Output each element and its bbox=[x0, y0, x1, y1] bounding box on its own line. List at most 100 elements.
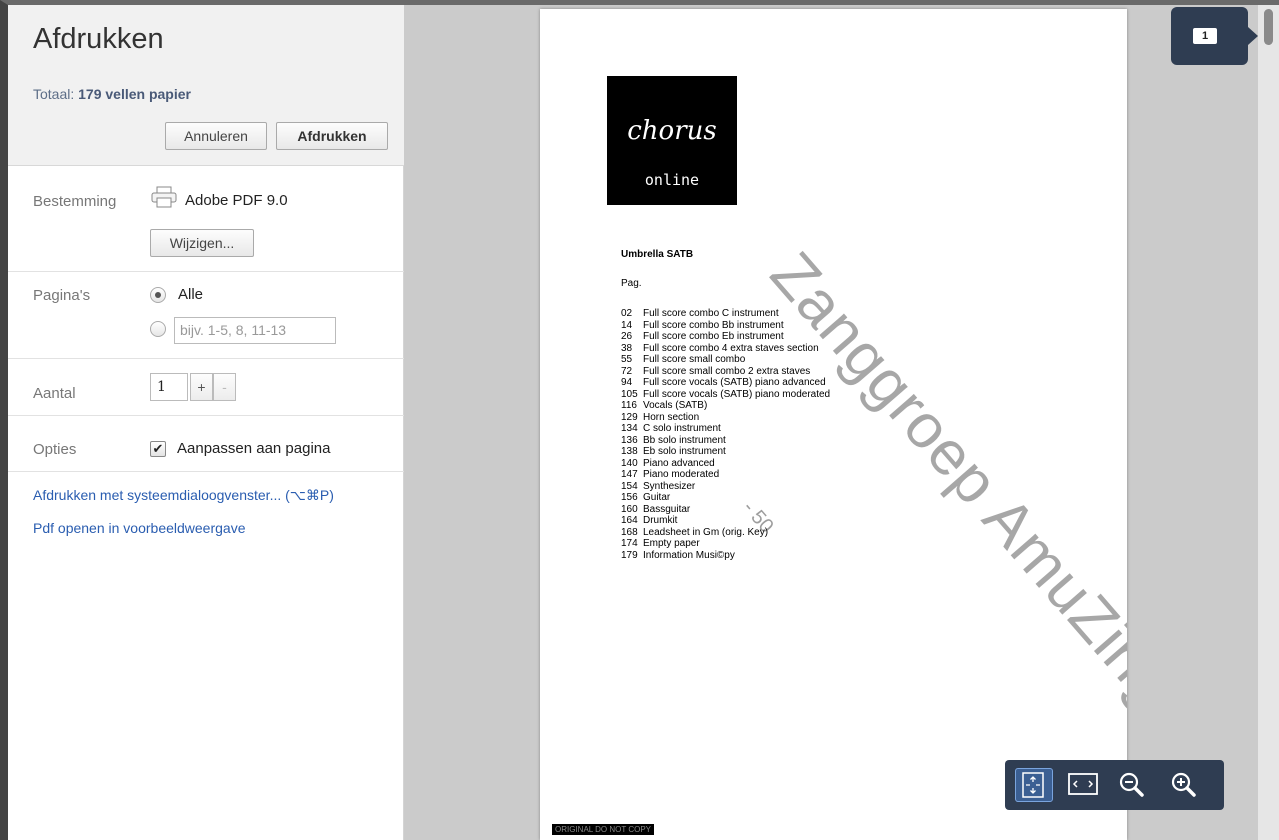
zoom-in-icon bbox=[1171, 772, 1196, 797]
toc-page-number: 134 bbox=[621, 423, 638, 434]
printer-name: Adobe PDF 9.0 bbox=[185, 192, 288, 209]
toc-entry-title: Full score combo Bb instrument bbox=[643, 319, 784, 331]
toc-row: 179 Information Musi©py bbox=[621, 550, 830, 562]
toc-page-number: 136 bbox=[621, 434, 638, 446]
page-badge-pointer bbox=[1248, 27, 1258, 45]
pages-range-input[interactable]: bijv. 1-5, 8, 11-13 bbox=[174, 317, 336, 344]
toc-row: 174 Empty paper bbox=[621, 538, 830, 550]
total-value: 179 vellen papier bbox=[78, 86, 191, 102]
logo-wordmark: chorus bbox=[627, 116, 717, 146]
table-of-contents: 02 Full score combo C instrument 14 Full sc… bbox=[621, 308, 830, 561]
toc-entry-title: Synthesizer bbox=[643, 480, 696, 492]
print-button[interactable]: Afdrukken bbox=[276, 122, 388, 150]
toc-entry-title: Bb solo instrument bbox=[643, 434, 726, 446]
divider bbox=[8, 471, 404, 472]
toc-page-number: 129 bbox=[621, 411, 638, 423]
toc-row: 138 Eb solo instrument bbox=[621, 446, 830, 458]
fit-page-icon bbox=[1022, 772, 1044, 798]
toc-row: 154 Synthesizer bbox=[621, 481, 830, 493]
fit-page-button[interactable] bbox=[1015, 768, 1053, 802]
toc-row: 136 Bb solo instrument bbox=[621, 435, 830, 447]
system-dialog-link[interactable]: Afdrukken met systeemdialoogvenster... (… bbox=[33, 487, 334, 504]
toc-entry-title: Information Musi©py bbox=[643, 549, 735, 561]
zoom-toolbar bbox=[1005, 760, 1224, 810]
change-destination-button[interactable]: Wijzigen... bbox=[150, 229, 254, 257]
toc-row: 160 Bassguitar bbox=[621, 504, 830, 516]
pages-range-radio[interactable] bbox=[150, 321, 166, 337]
zoom-out-icon bbox=[1119, 772, 1144, 797]
toc-entry-title: Horn section bbox=[643, 411, 700, 423]
toc-entry-title: Full score vocals (SATB) piano moderated bbox=[643, 388, 831, 400]
fit-to-page-label: Aanpassen aan pagina bbox=[177, 440, 331, 457]
toc-entry-title: Full score combo 4 extra staves section bbox=[643, 342, 819, 354]
fit-width-button[interactable] bbox=[1063, 768, 1101, 802]
toc-entry-title: Piano moderated bbox=[643, 469, 720, 480]
toc-row: 129 Horn section bbox=[621, 412, 830, 424]
toc-page-number: 168 bbox=[621, 526, 638, 538]
toc-row: 156 Guitar bbox=[621, 492, 830, 504]
document-title: Umbrella SATB bbox=[621, 249, 694, 260]
pages-all-radio[interactable] bbox=[150, 287, 166, 303]
toc-entry-title: Full score combo Eb instrument bbox=[643, 331, 784, 342]
divider bbox=[8, 358, 404, 359]
toc-page-number: 26 bbox=[621, 331, 633, 342]
toc-row: 147 Piano moderated bbox=[621, 469, 830, 481]
toc-page-number: 55 bbox=[621, 354, 633, 365]
toc-page-number: 116 bbox=[621, 400, 637, 411]
toc-entry-title: Full score small combo 2 extra staves bbox=[643, 365, 811, 377]
total-prefix: Totaal: bbox=[33, 86, 79, 102]
zoom-out-button[interactable] bbox=[1113, 768, 1151, 802]
toc-page-number: 154 bbox=[621, 480, 638, 492]
pages-all-label: Alle bbox=[178, 286, 204, 303]
toc-entry-title: Full score small combo bbox=[643, 354, 746, 365]
toc-row: 140 Piano advanced bbox=[621, 458, 830, 470]
toc-page-number: 38 bbox=[621, 342, 633, 354]
logo-subtitle: online bbox=[644, 171, 700, 189]
page-title: Afdrukken bbox=[33, 23, 164, 55]
open-pdf-preview-link[interactable]: Pdf openen in voorbeeldweergave bbox=[33, 520, 246, 536]
toc-page-number: 147 bbox=[621, 469, 638, 480]
toc-entry-title: Piano advanced bbox=[643, 457, 715, 469]
toc-entry-title: Drumkit bbox=[643, 515, 678, 526]
toc-page-number: 72 bbox=[621, 365, 633, 377]
toc-page-number: 156 bbox=[621, 492, 638, 503]
toc-entry-title: Eb solo instrument bbox=[643, 446, 726, 457]
toc-row: 94 Full score vocals (SATB) piano advance… bbox=[621, 377, 830, 389]
toc-page-number: 94 bbox=[621, 377, 633, 388]
total-sheets: Totaal: 179 vellen papier bbox=[33, 86, 191, 102]
page-number-badge: 1 bbox=[1171, 7, 1248, 65]
toc-entry-title: Leadsheet in Gm (orig. Key) bbox=[643, 526, 769, 538]
sidebar-header: Afdrukken Totaal: 179 vellen papier Annu… bbox=[8, 5, 404, 166]
copies-label: Aantal bbox=[33, 385, 76, 402]
toc-page-number: 179 bbox=[621, 549, 638, 561]
copies-decrement-button[interactable]: - bbox=[213, 373, 236, 401]
toc-entry-title: Bassguitar bbox=[643, 503, 691, 515]
fit-to-page-checkbox[interactable]: ✔ bbox=[150, 441, 166, 457]
divider bbox=[8, 271, 404, 272]
toc-page-number: 14 bbox=[621, 319, 633, 331]
zoom-in-button[interactable] bbox=[1165, 768, 1203, 802]
page-column-label: Pag. bbox=[621, 278, 642, 289]
chorus-online-logo: chorus online bbox=[607, 76, 737, 205]
toc-entry-title: Full score combo C instrument bbox=[643, 308, 779, 319]
printer-icon bbox=[151, 186, 177, 208]
page-number: 1 bbox=[1193, 28, 1217, 44]
scrollbar-thumb[interactable] bbox=[1264, 9, 1273, 45]
options-label: Opties bbox=[33, 441, 77, 458]
divider bbox=[8, 415, 404, 416]
toc-page-number: 174 bbox=[621, 538, 638, 549]
toc-entry-title: Vocals (SATB) bbox=[643, 400, 708, 411]
print-settings-sidebar: Afdrukken Totaal: 179 vellen papier Annu… bbox=[8, 5, 404, 840]
copies-input[interactable]: 1 bbox=[150, 373, 188, 401]
toc-row: 168 Leadsheet in Gm (orig. Key) bbox=[621, 527, 830, 539]
toc-row: 72 Full score small combo 2 extra staves bbox=[621, 366, 830, 378]
pages-label: Pagina's bbox=[33, 287, 91, 304]
copies-increment-button[interactable]: + bbox=[190, 373, 213, 401]
toc-entry-title: C solo instrument bbox=[643, 423, 721, 434]
destination-label: Bestemming bbox=[33, 193, 117, 210]
fit-width-icon bbox=[1068, 773, 1098, 795]
preview-scrollbar[interactable] bbox=[1258, 5, 1279, 840]
cancel-button[interactable]: Annuleren bbox=[165, 122, 267, 150]
toc-entry-title: Guitar bbox=[643, 492, 671, 503]
toc-page-number: 105 bbox=[621, 388, 638, 400]
